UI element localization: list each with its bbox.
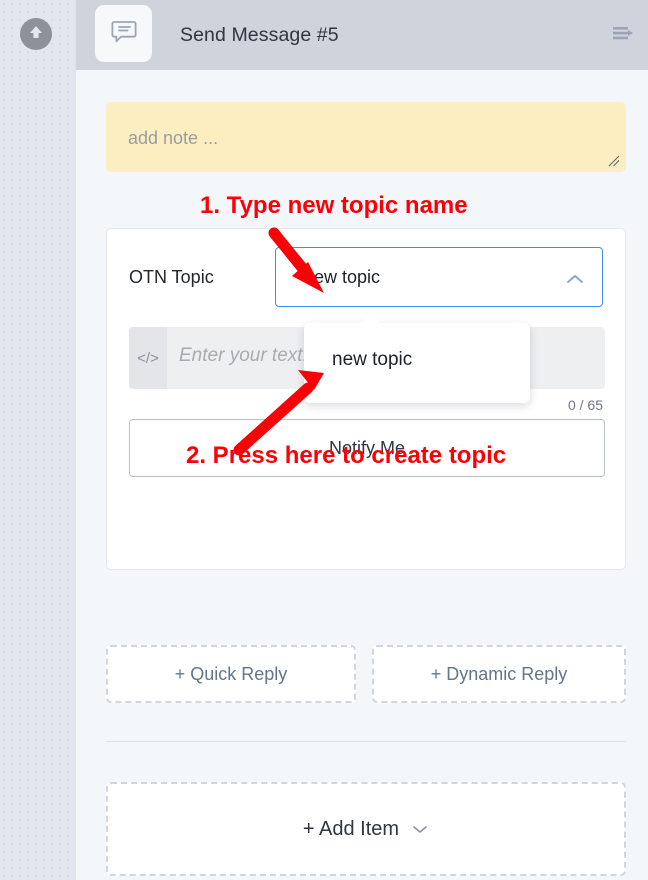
character-counter: 0 / 65 — [567, 397, 603, 413]
code-icon[interactable]: </> — [129, 327, 167, 389]
add-item-button[interactable]: + Add Item — [106, 782, 626, 876]
list-arrow-icon — [612, 23, 634, 48]
page-title: Send Message #5 — [180, 23, 339, 46]
topic-row: OTN Topic new topic — [107, 247, 627, 311]
message-bubble-icon — [110, 17, 138, 50]
otn-topic-value: new topic — [304, 267, 381, 287]
add-quick-reply-button[interactable]: + Quick Reply — [106, 645, 356, 703]
scroll-to-top-button[interactable] — [20, 18, 52, 50]
dropdown-option-new-topic[interactable]: new topic — [332, 349, 412, 371]
page-body: add note ... OTN Topic new topic </> Ent… — [76, 70, 648, 880]
annotation-step-1: 1. Type new topic name — [200, 192, 468, 219]
add-dynamic-reply-button[interactable]: + Dynamic Reply — [372, 645, 626, 703]
note-textarea[interactable]: add note ... — [106, 102, 626, 172]
otn-topic-select[interactable]: new topic — [275, 247, 603, 307]
add-item-label: + Add Item — [302, 817, 400, 840]
topic-label: OTN Topic — [129, 267, 214, 287]
menu-button[interactable] — [612, 0, 634, 70]
section-divider — [106, 741, 626, 742]
editor-placeholder: Enter your text... — [179, 345, 319, 366]
chevron-down-icon[interactable] — [411, 818, 429, 841]
arrow-up-circle-icon — [26, 22, 46, 47]
app-root: Send Message #5 add note ... OTN Topic n… — [0, 0, 648, 880]
topic-dropdown-menu[interactable]: new topic — [304, 314, 530, 403]
note-placeholder: add note ... — [128, 128, 219, 148]
top-bar: Send Message #5 — [76, 0, 648, 70]
annotation-step-2: 2. Press here to create topic — [186, 442, 507, 469]
resize-handle-icon[interactable] — [607, 154, 621, 168]
chevron-up-icon[interactable] — [566, 272, 584, 290]
left-rail — [0, 0, 76, 880]
message-bubble-icon-box[interactable] — [95, 5, 152, 62]
